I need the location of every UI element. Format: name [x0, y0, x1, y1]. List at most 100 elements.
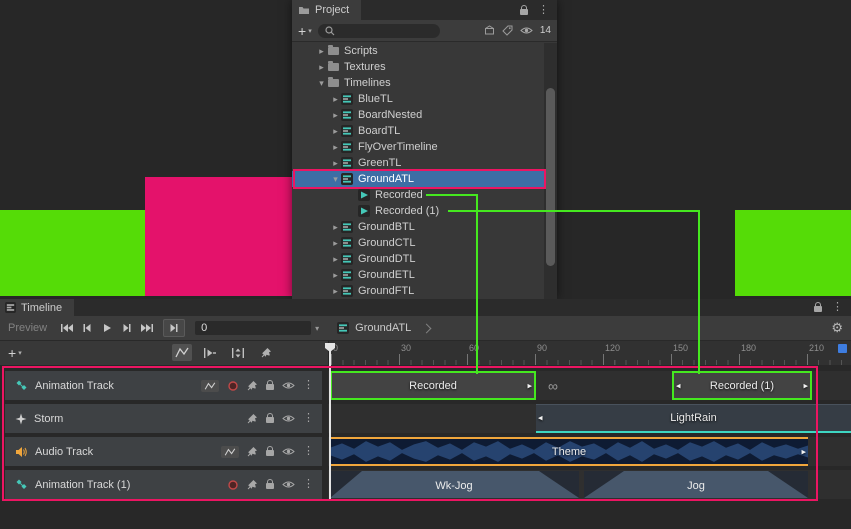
ruler-tick-label: 30	[401, 343, 411, 353]
chevron-right-icon[interactable]: ▸	[330, 222, 341, 233]
breadcrumb[interactable]: GroundATL	[337, 322, 430, 334]
lock-icon[interactable]	[266, 384, 274, 390]
scrollbar-thumb[interactable]	[546, 88, 555, 266]
pin-icon[interactable]	[247, 446, 258, 457]
tree-item-groundetl[interactable]: ▸ GroundETL	[292, 267, 544, 283]
clip-wk-jog[interactable]: Wk-Jog	[330, 471, 579, 498]
eye-icon[interactable]	[282, 480, 295, 489]
chevron-right-icon[interactable]: ▸	[330, 142, 341, 153]
goto-start-button[interactable]	[57, 320, 77, 336]
clip-lightrain[interactable]: ◂ LightRain	[536, 404, 851, 433]
timeline-asset-icon	[341, 173, 353, 185]
tree-item-groundbtl[interactable]: ▸ GroundBTL	[292, 219, 544, 235]
lock-icon[interactable]	[520, 9, 528, 15]
tree-item-scripts[interactable]: ▸ Scripts	[292, 43, 544, 59]
kebab-menu-icon[interactable]: ⋮	[832, 302, 843, 313]
search-field[interactable]	[339, 25, 419, 36]
clip-recorded[interactable]: Recorded ▸	[330, 371, 536, 400]
tree-item-textures[interactable]: ▸ Textures	[292, 59, 544, 75]
tree-item-boardtl[interactable]: ▸ BoardTL	[292, 123, 544, 139]
chevron-right-icon[interactable]: ▸	[330, 158, 341, 169]
chevron-right-icon[interactable]: ▸	[330, 270, 341, 281]
search-by-label-icon[interactable]	[502, 25, 513, 36]
pin-icon[interactable]	[247, 413, 258, 424]
tree-item-boardnested[interactable]: ▸ BoardNested	[292, 107, 544, 123]
tree-item-label: FlyOverTimeline	[358, 141, 438, 153]
kebab-menu-icon[interactable]: ⋮	[538, 5, 549, 16]
visibility-eye-icon[interactable]	[520, 26, 533, 35]
timeline-toolbar: Preview 0 ▾ GroundATL ⚙	[0, 316, 851, 341]
plus-icon: +	[8, 345, 16, 361]
previous-frame-button[interactable]	[77, 320, 97, 336]
timeline-asset-icon	[341, 109, 353, 121]
track-header-storm[interactable]: Storm ⋮	[5, 404, 322, 433]
pin-icon[interactable]	[247, 479, 258, 490]
chevron-right-icon[interactable]: ▸	[330, 110, 341, 121]
search-input[interactable]	[318, 24, 440, 38]
record-button[interactable]	[227, 380, 239, 392]
preview-toggle[interactable]: Preview	[8, 322, 47, 334]
kebab-menu-icon[interactable]: ⋮	[303, 479, 314, 490]
eye-icon[interactable]	[282, 381, 295, 390]
lock-icon[interactable]	[814, 306, 822, 312]
clip-theme[interactable]: Theme ▸	[330, 437, 808, 466]
tree-item-flyovertimeline[interactable]: ▸ FlyOverTimeline	[292, 139, 544, 155]
chevron-down-icon[interactable]: ▾	[316, 78, 327, 89]
kebab-menu-icon[interactable]: ⋮	[303, 413, 314, 424]
chevron-right-icon[interactable]: ▸	[330, 254, 341, 265]
markers-toggle-button[interactable]	[256, 344, 276, 361]
add-track-button[interactable]: + ▾	[8, 345, 22, 361]
search-by-type-icon[interactable]	[484, 25, 495, 36]
goto-end-button[interactable]	[137, 320, 157, 336]
tree-item-greentl[interactable]: ▸ GreenTL	[292, 155, 544, 171]
curves-toggle-button[interactable]	[201, 380, 219, 392]
tree-item-timelines[interactable]: ▾ Timelines	[292, 75, 544, 91]
tree-item-grounddtl[interactable]: ▸ GroundDTL	[292, 251, 544, 267]
tree-item-bluetl[interactable]: ▸ BlueTL	[292, 91, 544, 107]
chevron-right-icon[interactable]: ▸	[316, 46, 327, 57]
chevron-right-icon[interactable]: ▸	[330, 286, 341, 297]
chevron-right-icon[interactable]: ▸	[330, 126, 341, 137]
chevron-right-icon[interactable]: ▸	[316, 62, 327, 73]
project-scrollbar[interactable]	[544, 43, 557, 299]
next-frame-button[interactable]	[117, 320, 137, 336]
chevron-right-icon[interactable]: ▸	[330, 238, 341, 249]
timeline-range-end-marker[interactable]	[838, 344, 847, 353]
tree-item-groundctl[interactable]: ▸ GroundCTL	[292, 235, 544, 251]
play-range-button[interactable]	[163, 319, 185, 337]
kebab-menu-icon[interactable]: ⋮	[303, 380, 314, 391]
timeline-asset-icon	[341, 125, 353, 137]
tree-item-recorded[interactable]: Recorded	[292, 187, 544, 203]
eye-icon[interactable]	[282, 447, 295, 456]
curves-view-toggle-button[interactable]	[172, 344, 192, 361]
lock-icon[interactable]	[266, 417, 274, 423]
chevron-right-icon[interactable]: ▸	[330, 94, 341, 105]
timeline-ruler[interactable]: 0 30 60 90 120 150 180 210	[328, 341, 851, 365]
tab-project[interactable]: Project	[292, 0, 361, 20]
curves-toggle-button[interactable]	[221, 446, 239, 458]
kebab-menu-icon[interactable]: ⋮	[303, 446, 314, 457]
tree-item-groundftl[interactable]: ▸ GroundFTL	[292, 283, 544, 299]
timeline-options-row: + ▾ 0 30 60 90 120 150 180 210	[0, 341, 851, 365]
tree-item-groundatl-selected[interactable]: ▾ GroundATL	[292, 171, 544, 187]
pin-icon[interactable]	[247, 380, 258, 391]
track-header-animation-track[interactable]: Animation Track ⋮	[5, 371, 322, 400]
frame-field-caret-icon[interactable]: ▾	[315, 324, 319, 333]
tab-timeline[interactable]: Timeline	[0, 299, 74, 316]
record-button[interactable]	[227, 479, 239, 491]
clip-recorded-1[interactable]: ◂ Recorded (1) ▸	[672, 371, 812, 400]
edit-mode-replace-button[interactable]	[228, 344, 248, 361]
eye-icon[interactable]	[282, 414, 295, 423]
track-header-audio-track[interactable]: Audio Track ⋮	[5, 437, 322, 466]
edit-mode-ripple-button[interactable]	[200, 344, 220, 361]
track-header-animation-track-1[interactable]: Animation Track (1) ⋮	[5, 470, 322, 499]
clip-jog[interactable]: Jog	[584, 471, 808, 498]
chevron-down-icon[interactable]: ▾	[330, 174, 341, 185]
play-button[interactable]	[97, 320, 117, 336]
lock-icon[interactable]	[266, 450, 274, 456]
lock-icon[interactable]	[266, 483, 274, 489]
current-frame-field[interactable]: 0	[195, 321, 311, 335]
create-add-button[interactable]: + ▾	[298, 23, 312, 39]
playhead-line[interactable]	[329, 344, 331, 499]
gear-icon[interactable]: ⚙	[831, 320, 843, 336]
